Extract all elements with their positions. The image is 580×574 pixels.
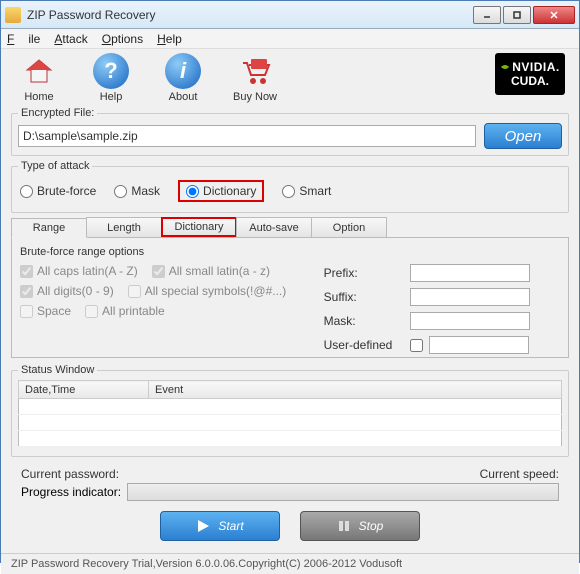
- footer: ZIP Password Recovery Trial,Version 6.0.…: [1, 553, 579, 574]
- table-row: [19, 431, 562, 447]
- tab-range[interactable]: Range: [11, 218, 87, 238]
- menu-file[interactable]: File: [7, 32, 40, 46]
- chk-caps[interactable]: All caps latin(A - Z): [20, 264, 138, 278]
- col-event[interactable]: Event: [149, 381, 562, 399]
- play-icon: [196, 519, 210, 533]
- status-legend: Status Window: [18, 364, 97, 376]
- progress-labels: Current password: Current speed:: [11, 461, 569, 483]
- radio-bruteforce[interactable]: Brute-force: [20, 184, 96, 198]
- cart-icon: [237, 53, 273, 89]
- radio-mask[interactable]: Mask: [114, 184, 160, 198]
- pause-icon: [337, 519, 351, 533]
- col-datetime[interactable]: Date,Time: [19, 381, 149, 399]
- toolbar-buynow-label: Buy Now: [233, 91, 277, 103]
- menu-attack[interactable]: Attack: [54, 32, 87, 46]
- status-table: Date,Time Event: [18, 380, 562, 447]
- userdef-checkbox[interactable]: [410, 339, 423, 352]
- encrypted-file-group: Encrypted File: Open: [11, 107, 569, 156]
- toolbar: Home ? Help i About Buy Now: [11, 53, 569, 107]
- toolbar-help[interactable]: ? Help: [87, 53, 135, 103]
- toolbar-home[interactable]: Home: [15, 53, 63, 103]
- info-icon: i: [165, 53, 201, 89]
- open-button[interactable]: Open: [484, 123, 562, 149]
- table-row: [19, 415, 562, 431]
- range-legend: Brute-force range options: [20, 246, 560, 258]
- chk-digits[interactable]: All digits(0 - 9): [20, 284, 114, 298]
- tab-option[interactable]: Option: [311, 217, 387, 237]
- progress-bar: [127, 483, 559, 501]
- tab-length[interactable]: Length: [86, 217, 162, 237]
- userdef-input[interactable]: [429, 336, 529, 354]
- start-button[interactable]: Start: [160, 511, 280, 541]
- close-button[interactable]: [533, 6, 575, 24]
- radio-smart[interactable]: Smart: [282, 184, 331, 198]
- attack-type-legend: Type of attack: [18, 160, 92, 172]
- mask-label: Mask:: [324, 314, 404, 328]
- minimize-button[interactable]: [473, 6, 501, 24]
- chk-small[interactable]: All small latin(a - z): [152, 264, 270, 278]
- radio-dictionary[interactable]: Dictionary: [178, 180, 264, 202]
- help-icon: ?: [93, 53, 129, 89]
- menu-options[interactable]: Options: [102, 32, 143, 46]
- options-tabs: Range Length Dictionary Auto-save Option…: [11, 217, 569, 358]
- suffix-label: Suffix:: [324, 290, 404, 304]
- chk-space[interactable]: Space: [20, 304, 71, 318]
- current-speed-label: Current speed:: [480, 467, 559, 481]
- toolbar-about-label: About: [169, 91, 198, 103]
- status-window-group: Status Window Date,Time Event: [11, 364, 569, 457]
- chk-special[interactable]: All special symbols(!@#...): [128, 284, 287, 298]
- suffix-input[interactable]: [410, 288, 530, 306]
- toolbar-help-label: Help: [100, 91, 123, 103]
- stop-button[interactable]: Stop: [300, 511, 420, 541]
- toolbar-home-label: Home: [24, 91, 53, 103]
- tab-dictionary[interactable]: Dictionary: [161, 217, 237, 237]
- toolbar-buynow[interactable]: Buy Now: [231, 53, 279, 103]
- maximize-button[interactable]: [503, 6, 531, 24]
- prefix-label: Prefix:: [324, 266, 404, 280]
- app-window: ZIP Password Recovery File Attack Option…: [0, 0, 580, 563]
- attack-type-group: Type of attack Brute-force Mask Dictiona…: [11, 160, 569, 213]
- mask-input[interactable]: [410, 312, 530, 330]
- menu-help[interactable]: Help: [157, 32, 182, 46]
- encrypted-file-legend: Encrypted File:: [18, 107, 97, 119]
- prefix-input[interactable]: [410, 264, 530, 282]
- file-path-input[interactable]: [18, 125, 476, 147]
- home-icon: [21, 53, 57, 89]
- cuda-badge: NVIDIA. CUDA.: [495, 53, 565, 95]
- titlebar: ZIP Password Recovery: [1, 1, 579, 29]
- chk-printable[interactable]: All printable: [85, 304, 165, 318]
- progress-indicator-label: Progress indicator:: [21, 485, 121, 499]
- userdef-label: User-defined: [324, 338, 404, 352]
- menubar: File Attack Options Help: [1, 29, 579, 49]
- app-icon: [5, 7, 21, 23]
- tab-autosave[interactable]: Auto-save: [236, 217, 312, 237]
- window-title: ZIP Password Recovery: [27, 8, 473, 22]
- tab-panel-range: Brute-force range options All caps latin…: [11, 238, 569, 358]
- toolbar-about[interactable]: i About: [159, 53, 207, 103]
- table-row: [19, 399, 562, 415]
- current-password-label: Current password:: [21, 467, 119, 481]
